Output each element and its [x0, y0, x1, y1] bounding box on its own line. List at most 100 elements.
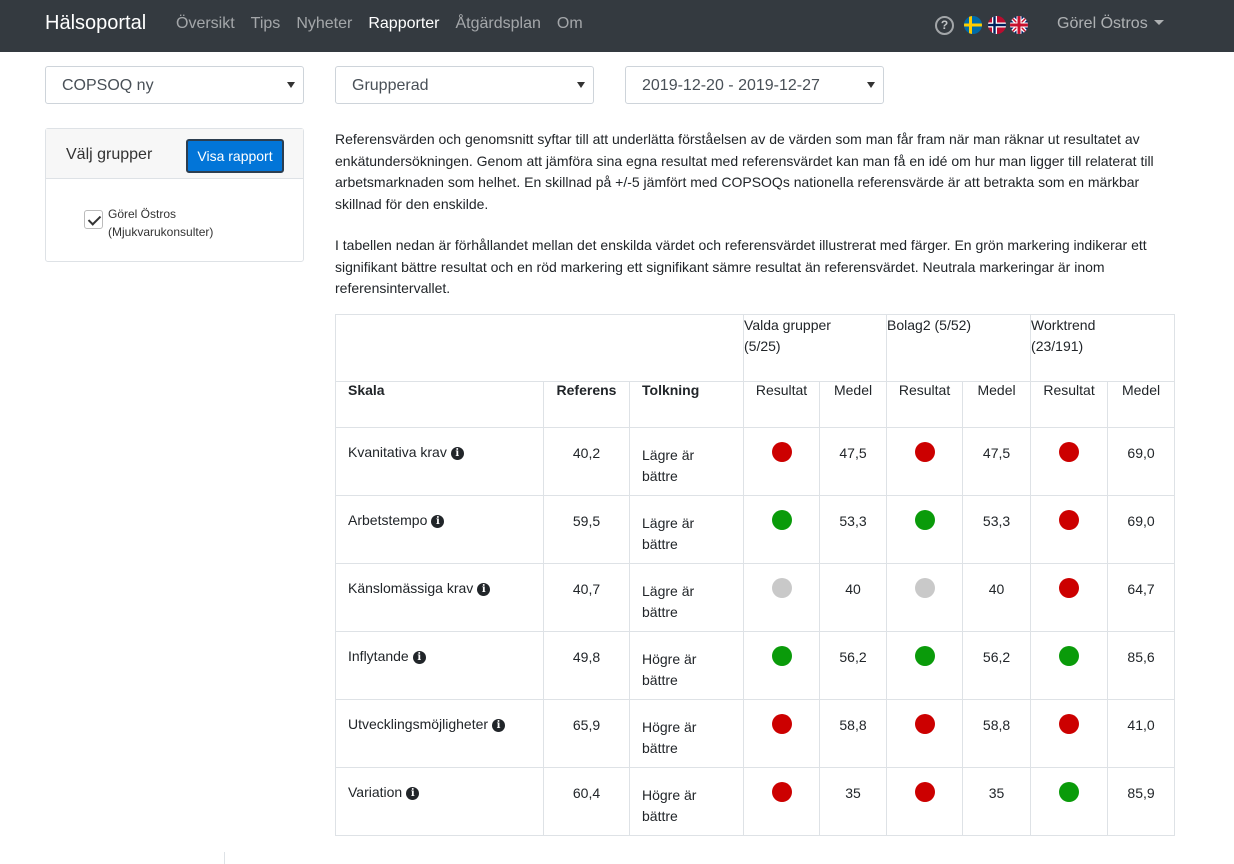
scale-cell: Kvanitativa krav i: [335, 427, 544, 496]
info-icon[interactable]: i: [450, 447, 464, 460]
result-dot-icon: [1059, 578, 1080, 598]
table-row: Variation i 60,4 Högre är bättre 35 35 85,9: [335, 767, 1176, 836]
mean-value: 35: [819, 767, 888, 836]
mean-value: 40: [819, 563, 888, 632]
result-dot-icon: [1059, 442, 1080, 462]
mean-value: 47,5: [819, 427, 888, 496]
help-icon[interactable]: ?: [935, 16, 954, 35]
col-header-medel: Medel: [819, 381, 888, 428]
result-dot-icon: [914, 510, 935, 530]
result-dot-icon: [1059, 782, 1080, 802]
col-header-resultat: Resultat: [886, 381, 964, 428]
result-dot-icon: [771, 510, 792, 530]
scale-cell: Känslomässiga krav i: [335, 563, 544, 632]
result-dot-icon: [914, 782, 935, 802]
interpretation-cell: Högre är bättre: [628, 767, 745, 836]
interpretation-cell: Lägre är bättre: [628, 563, 745, 632]
result-cell: [1030, 631, 1109, 700]
period-select[interactable]: 2019-12-20 - 2019-12-27: [625, 66, 884, 104]
flag-uk-icon[interactable]: [1010, 16, 1028, 34]
result-cell: [886, 427, 964, 496]
result-dot-icon: [771, 578, 792, 598]
mean-value: 53,3: [962, 495, 1032, 564]
col-header-resultat: Resultat: [743, 381, 821, 428]
group-checkbox[interactable]: [84, 210, 103, 229]
nav-om[interactable]: Om: [557, 15, 583, 33]
result-dot-icon: [1059, 510, 1080, 530]
scale-cell: Utvecklingsmöjligheter i: [335, 699, 544, 768]
reference-value: 40,7: [543, 563, 630, 632]
result-dot-icon: [914, 646, 935, 666]
nav-nyheter[interactable]: Nyheter: [296, 15, 352, 33]
result-dot-icon: [771, 442, 792, 462]
dropdown-arrow-icon: [287, 82, 295, 88]
mean-value: 47,5: [962, 427, 1032, 496]
report-type-select[interactable]: Grupperad: [335, 66, 594, 104]
table-row: Inflytande i 49,8 Högre är bättre 56,2 56,2 85,…: [335, 631, 1176, 700]
group-header-bolag2: Bolag2 (5/52): [886, 314, 1032, 382]
mean-value: 69,0: [1107, 495, 1176, 564]
info-icon[interactable]: i: [492, 719, 506, 732]
scale-cell: Inflytande i: [335, 631, 544, 700]
info-icon[interactable]: i: [431, 515, 445, 528]
table-row: Kvanitativa krav i 40,2 Lägre är bättre 47,5 4…: [335, 427, 1176, 496]
reference-value: 49,8: [543, 631, 630, 700]
interpretation-cell: Lägre är bättre: [628, 427, 745, 496]
color-legend-description: I tabellen nedan är förhållandet mellan …: [335, 237, 1147, 296]
report-type-value: Grupperad: [352, 77, 429, 94]
interpretation-cell: Högre är bättre: [628, 699, 745, 768]
scale-name: Kvanitativa krav: [348, 444, 447, 460]
info-icon[interactable]: i: [406, 787, 420, 800]
result-dot-icon: [1059, 646, 1080, 666]
scale-cell: Arbetstempo i: [335, 495, 544, 564]
col-header-skala: Skala: [335, 381, 544, 428]
survey-select[interactable]: COPSOQ ny: [45, 66, 304, 104]
nav-tips[interactable]: Tips: [251, 15, 281, 33]
flag-norway-icon[interactable]: [988, 16, 1006, 34]
col-header-medel: Medel: [1107, 381, 1176, 428]
card-title: Välj grupper: [66, 146, 153, 163]
nav-atgardsplan[interactable]: Åtgärdsplan: [456, 15, 541, 33]
period-value: 2019-12-20 - 2019-12-27: [642, 77, 820, 94]
main-nav: Översikt Tips Nyheter Rapporter Åtgärdsp…: [176, 15, 599, 33]
result-cell: [1030, 495, 1109, 564]
interpretation-cell: Lägre är bättre: [628, 495, 745, 564]
result-cell: [886, 631, 964, 700]
mean-value: 56,2: [962, 631, 1032, 700]
card-header: Välj grupper Visa rapport: [46, 129, 303, 179]
reference-description: Referensvärden och genomsnitt syftar til…: [335, 131, 1154, 212]
result-cell: [743, 767, 821, 836]
info-icon[interactable]: i: [477, 583, 491, 596]
brand-logo[interactable]: Hälsoportal: [45, 12, 146, 35]
table-group-header-row: Valda grupper (5/25) Bolag2 (5/52) Worktr…: [334, 314, 1176, 382]
mean-value: 56,2: [819, 631, 888, 700]
result-cell: [886, 767, 964, 836]
scale-name: Inflytande: [348, 648, 409, 664]
scale-name: Utvecklingsmöjligheter: [348, 716, 489, 732]
nav-rapporter[interactable]: Rapporter: [368, 15, 439, 33]
mean-value: 58,8: [962, 699, 1032, 768]
divider: [224, 852, 225, 864]
reference-value: 59,5: [543, 495, 630, 564]
scale-cell: Variation i: [335, 767, 544, 836]
reference-value: 60,4: [543, 767, 630, 836]
interpretation-cell: Högre är bättre: [628, 631, 745, 700]
result-dot-icon: [1059, 714, 1080, 734]
info-icon[interactable]: i: [412, 651, 426, 664]
user-name: Görel Östros: [1057, 15, 1148, 32]
group-checkbox-label[interactable]: Görel Östros (Mjukvarukonsulter): [108, 205, 213, 241]
col-header-referens: Referens: [543, 381, 630, 428]
result-cell: [743, 631, 821, 700]
nav-oversikt[interactable]: Översikt: [176, 15, 235, 33]
mean-value: 85,6: [1107, 631, 1176, 700]
show-report-button[interactable]: Visa rapport: [186, 139, 284, 173]
mean-value: 64,7: [1107, 563, 1176, 632]
user-menu[interactable]: Görel Östros: [1057, 15, 1164, 33]
mean-value: 53,3: [819, 495, 888, 564]
result-cell: [886, 563, 964, 632]
flag-sweden-icon[interactable]: [964, 16, 982, 34]
reference-value: 65,9: [543, 699, 630, 768]
result-cell: [743, 427, 821, 496]
result-cell: [1030, 767, 1109, 836]
result-dot-icon: [914, 442, 935, 462]
